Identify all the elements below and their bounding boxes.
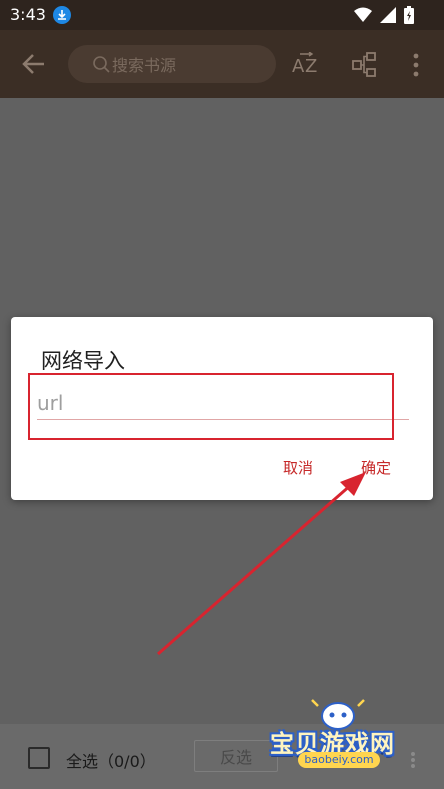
status-time: 3:43 (10, 5, 46, 24)
app-toolbar: 搜索书源 A Z (0, 30, 444, 98)
watermark-url: baobeiy.com (298, 752, 380, 768)
svg-text:Z: Z (305, 56, 317, 77)
wifi-icon (354, 7, 372, 27)
select-all-checkbox[interactable] (28, 747, 50, 769)
search-bar[interactable]: 搜索书源 (68, 45, 276, 83)
svg-text:A: A (292, 56, 305, 77)
more-vert-icon[interactable] (408, 52, 424, 78)
search-icon (92, 55, 110, 73)
back-arrow-icon[interactable] (20, 50, 48, 78)
signal-icon (380, 7, 396, 27)
network-import-dialog: 网络导入 取消 确定 (11, 317, 433, 500)
sort-az-icon[interactable]: A Z (292, 51, 320, 78)
status-bar: 3:43 (0, 0, 444, 30)
battery-icon (404, 6, 414, 28)
select-all-label[interactable]: 全选（0/0） (66, 748, 156, 772)
url-input[interactable] (37, 387, 409, 420)
invert-selection-button[interactable]: 反选 (194, 740, 278, 772)
dialog-title: 网络导入 (41, 349, 125, 373)
cancel-button[interactable]: 取消 (283, 457, 313, 478)
group-icon[interactable] (352, 52, 378, 78)
status-icons (354, 6, 414, 28)
confirm-button[interactable]: 确定 (361, 457, 391, 478)
download-icon (53, 6, 71, 24)
search-placeholder: 搜索书源 (112, 56, 177, 75)
